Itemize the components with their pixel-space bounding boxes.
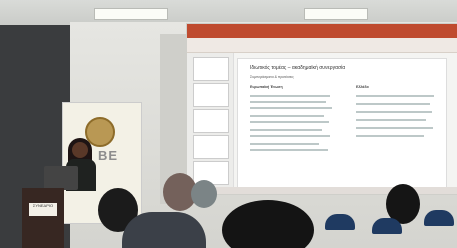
slide-content: Ιδιωτικός τομέας – ακαδημαϊκή συνεργασία… — [237, 58, 447, 188]
text-line — [356, 95, 434, 97]
text-line — [356, 127, 433, 129]
speaker-head — [72, 142, 88, 158]
slide-thumbnail — [193, 57, 229, 81]
projection-screen: Ιδιωτικός τομέας – ακαδημαϊκή συνεργασία… — [187, 24, 457, 194]
presentation-ribbon — [187, 24, 457, 38]
text-line — [250, 101, 326, 103]
ceiling-light — [304, 8, 368, 20]
slide-right-heading: Ελλάδα — [356, 85, 369, 89]
slide-subtitle: Συμπεράσματα & προτάσεις — [250, 75, 294, 79]
slide-thumbnail — [193, 83, 229, 107]
slide-thumbnail — [193, 135, 229, 159]
text-line — [250, 135, 330, 137]
slide-title: Ιδιωτικός τομέας – ακαδημαϊκή συνεργασία — [250, 65, 346, 71]
text-line — [250, 129, 322, 131]
text-line — [250, 115, 324, 117]
audience-head — [191, 180, 217, 208]
audience-shoulders — [122, 212, 206, 248]
laptop — [44, 166, 78, 190]
ceiling-light — [94, 8, 168, 20]
text-line — [356, 111, 432, 113]
text-line — [356, 103, 430, 105]
text-line — [356, 135, 424, 137]
audience-chair — [424, 210, 454, 226]
audience-chair — [325, 214, 355, 230]
text-line — [250, 107, 332, 109]
banner-logo-text: BE — [98, 148, 119, 163]
text-line — [250, 121, 329, 123]
presentation-toolbar — [187, 38, 457, 53]
text-line — [250, 143, 319, 145]
conference-scene: Ιδιωτικός τομέας – ακαδημαϊκή συνεργασία… — [0, 0, 457, 248]
text-line — [250, 149, 328, 151]
audience-chair — [372, 218, 402, 234]
text-line — [356, 119, 426, 121]
slide-left-heading: Ευρωπαϊκή Ένωση — [250, 85, 283, 89]
podium — [22, 188, 64, 248]
text-line — [250, 95, 330, 97]
slide-thumbnail — [193, 109, 229, 133]
slide-thumbnails — [187, 53, 234, 194]
podium-sign: ΣΥΝΕΔΡΙΟ — [29, 203, 57, 216]
